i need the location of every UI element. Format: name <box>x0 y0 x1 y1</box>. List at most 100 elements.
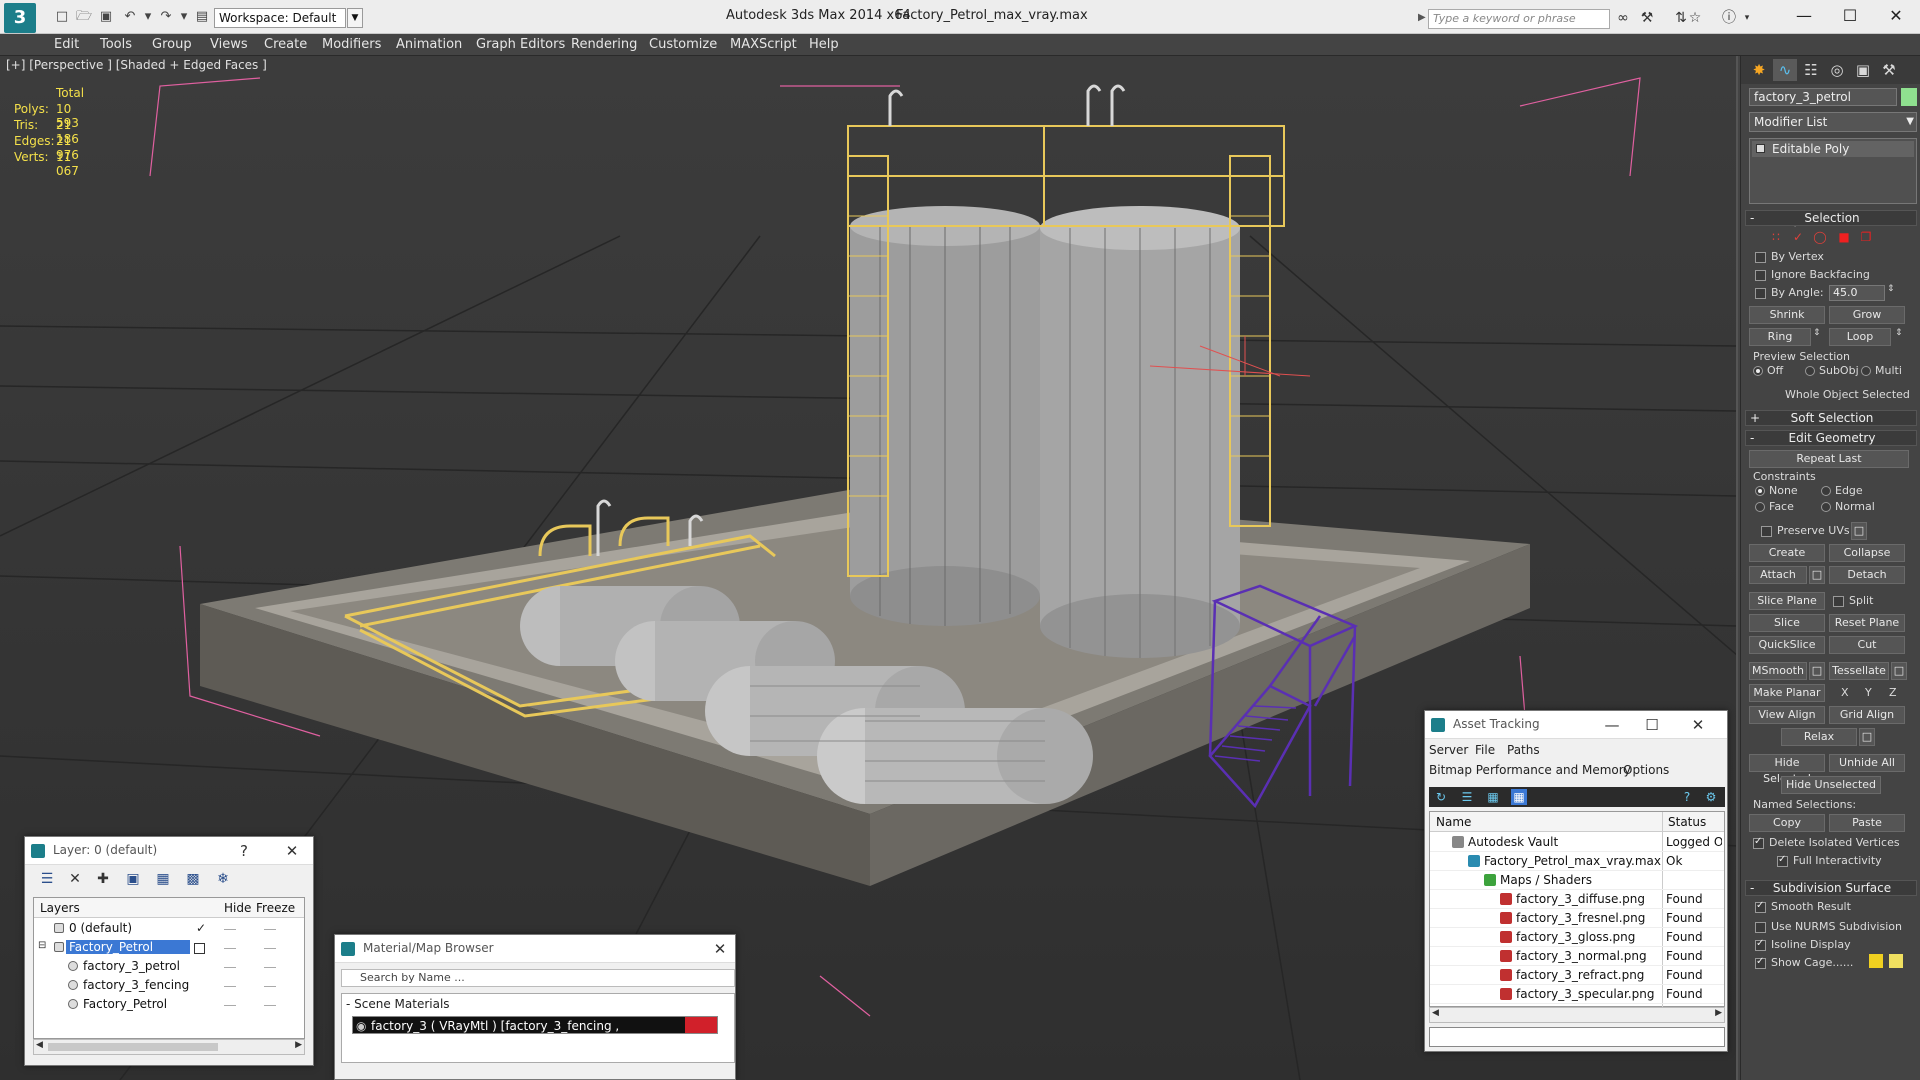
by-vertex-checkbox[interactable] <box>1755 252 1766 263</box>
menu-customize[interactable]: Customize <box>649 37 717 52</box>
asset-row[interactable]: factory_3_gloss.png Found <box>1430 928 1724 947</box>
slice-button[interactable]: Slice <box>1749 614 1825 632</box>
reset-plane-button[interactable]: Reset Plane <box>1829 614 1905 632</box>
hide-toggle[interactable] <box>224 986 236 987</box>
freeze-layers-icon[interactable]: ❄ <box>213 869 233 889</box>
angle-spinner[interactable]: 45.0 <box>1829 285 1885 301</box>
layer-row[interactable]: ⊟ Factory_Petrol <box>34 939 304 958</box>
app-logo-button[interactable]: 3 <box>4 3 36 33</box>
asset-row[interactable]: factory_3_specular.png Found <box>1430 985 1724 1004</box>
menu-graph-editors[interactable]: Graph Editors <box>476 37 565 52</box>
menu-maxscript[interactable]: MAXScript <box>730 37 797 52</box>
chevron-down-icon[interactable]: ▼ <box>1906 113 1914 131</box>
scroll-right-icon[interactable]: ▶ <box>295 1040 302 1050</box>
motion-tab-icon[interactable]: ◎ <box>1825 59 1849 81</box>
hide-selected-button[interactable]: Hide Selected <box>1749 754 1825 785</box>
ring-spinner-icon[interactable]: ⇕ <box>1813 328 1821 338</box>
menu-views[interactable]: Views <box>210 37 248 52</box>
selection-rollout-header[interactable]: - Selection <box>1745 210 1917 226</box>
hide-layers-icon[interactable]: ▩ <box>183 869 203 889</box>
table-view-icon[interactable]: ▦ <box>1511 789 1527 805</box>
collapse-icon[interactable]: ⊟ <box>38 940 46 951</box>
menu-server[interactable]: Server <box>1429 743 1468 757</box>
asset-row[interactable]: factory_3_refract.png Found <box>1430 966 1724 985</box>
attach-settings-icon[interactable]: □ <box>1809 566 1825 584</box>
freeze-toggle[interactable] <box>264 1005 276 1006</box>
minimize-button[interactable]: — <box>1786 6 1822 26</box>
detach-button[interactable]: Detach <box>1829 566 1905 584</box>
col-name[interactable]: Name <box>1436 815 1471 829</box>
save-icon[interactable]: ▣ <box>98 9 114 25</box>
layer-panel-header[interactable]: Layer: 0 (default) ? ✕ <box>25 837 313 865</box>
subdivision-rollout-header[interactable]: - Subdivision Surface <box>1745 880 1917 896</box>
stack-item-editable-poly[interactable]: Editable Poly <box>1752 141 1914 157</box>
menu-help[interactable]: Help <box>809 37 839 52</box>
object-name[interactable]: factory_3_petrol <box>80 959 183 973</box>
help-icon[interactable]: ? <box>1679 789 1695 805</box>
make-planar-button[interactable]: Make Planar <box>1749 684 1825 702</box>
ring-button[interactable]: Ring <box>1749 328 1811 346</box>
menu-create[interactable]: Create <box>264 37 307 52</box>
hide-toggle[interactable] <box>224 929 236 930</box>
create-tab-icon[interactable]: ✸ <box>1747 59 1771 81</box>
menu-group[interactable]: Group <box>152 37 192 52</box>
tools-icon[interactable]: ⚒ <box>1638 10 1656 26</box>
new-file-icon[interactable]: □ <box>54 9 70 25</box>
undo-icon[interactable]: ↶ <box>122 9 138 25</box>
layer-name[interactable]: Factory_Petrol <box>66 940 190 954</box>
col-layers[interactable]: Layers <box>40 901 80 915</box>
stack-toggle-icon[interactable] <box>1756 144 1765 153</box>
add-to-layer-icon[interactable]: ✚ <box>93 869 113 889</box>
viewport-label[interactable]: [+] [Perspective ] [Shaded + Edged Faces… <box>6 58 267 72</box>
search-expand-icon[interactable]: ▶ <box>1418 12 1426 23</box>
msmooth-settings-icon[interactable]: □ <box>1809 662 1825 680</box>
menu-edit[interactable]: Edit <box>54 37 79 52</box>
freeze-toggle[interactable] <box>264 929 276 930</box>
help-dropdown-icon[interactable]: ▾ <box>1738 10 1756 26</box>
maximize-button[interactable]: ☐ <box>1832 6 1868 26</box>
utilities-tab-icon[interactable]: ⚒ <box>1877 59 1901 81</box>
search-input[interactable]: Type a keyword or phrase <box>1428 9 1610 29</box>
open-folder-icon[interactable]: 🗁 <box>76 9 92 25</box>
collapse-button[interactable]: Collapse <box>1829 544 1905 562</box>
relax-button[interactable]: Relax <box>1781 728 1857 746</box>
menu-tools[interactable]: Tools <box>100 37 132 52</box>
edit-geometry-rollout-header[interactable]: - Edit Geometry <box>1745 430 1917 446</box>
attach-button[interactable]: Attach <box>1749 566 1807 584</box>
scrollbar-thumb[interactable] <box>48 1043 218 1051</box>
tessellate-button[interactable]: Tessellate <box>1829 662 1889 680</box>
show-cage-checkbox[interactable] <box>1755 956 1766 969</box>
active-check-icon[interactable]: ✓ <box>196 921 206 935</box>
vertex-mode-icon[interactable]: ∷ <box>1769 230 1783 244</box>
constraint-face-radio[interactable] <box>1755 502 1765 512</box>
help-button[interactable]: ? <box>233 840 255 862</box>
display-tab-icon[interactable]: ▣ <box>1851 59 1875 81</box>
relax-settings-icon[interactable]: □ <box>1859 728 1875 746</box>
undo-dropdown-icon[interactable]: ▾ <box>140 9 156 25</box>
smooth-result-checkbox[interactable] <box>1755 900 1766 913</box>
modify-tab-icon[interactable]: ∿ <box>1773 59 1797 81</box>
project-folder-icon[interactable]: ▤ <box>194 9 210 25</box>
cut-button[interactable]: Cut <box>1829 636 1905 654</box>
use-nurms-checkbox[interactable] <box>1755 922 1766 933</box>
paste-button[interactable]: Paste <box>1829 814 1905 832</box>
new-layer-icon[interactable]: ☰ <box>37 869 57 889</box>
redo-icon[interactable]: ↷ <box>158 9 174 25</box>
soft-selection-rollout-header[interactable]: + Soft Selection <box>1745 410 1917 426</box>
object-name[interactable]: Factory_Petrol <box>80 997 170 1011</box>
constraint-edge-radio[interactable] <box>1821 486 1831 496</box>
perspective-viewport[interactable]: [+] [Perspective ] [Shaded + Edged Faces… <box>0 56 1738 1080</box>
modifier-list-dropdown[interactable]: Modifier List ▼ <box>1749 112 1917 132</box>
by-angle-checkbox[interactable] <box>1755 288 1766 299</box>
planar-z-button[interactable]: Z <box>1889 686 1897 699</box>
border-mode-icon[interactable]: ◯ <box>1813 230 1827 244</box>
workspace-dropdown[interactable]: Workspace: Default ▼ <box>214 8 363 28</box>
layer-row[interactable]: Factory_Petrol <box>34 996 304 1015</box>
spinner-arrows-icon[interactable]: ⇕ <box>1887 284 1895 294</box>
freeze-toggle[interactable] <box>264 948 276 949</box>
layer-horizontal-scrollbar[interactable]: ◀ ▶ <box>33 1039 305 1055</box>
asset-horizontal-scrollbar[interactable]: ◀ ▶ <box>1429 1007 1725 1023</box>
scroll-left-icon[interactable]: ◀ <box>1432 1008 1439 1018</box>
redo-dropdown-icon[interactable]: ▾ <box>176 9 192 25</box>
col-status[interactable]: Status <box>1668 815 1706 829</box>
